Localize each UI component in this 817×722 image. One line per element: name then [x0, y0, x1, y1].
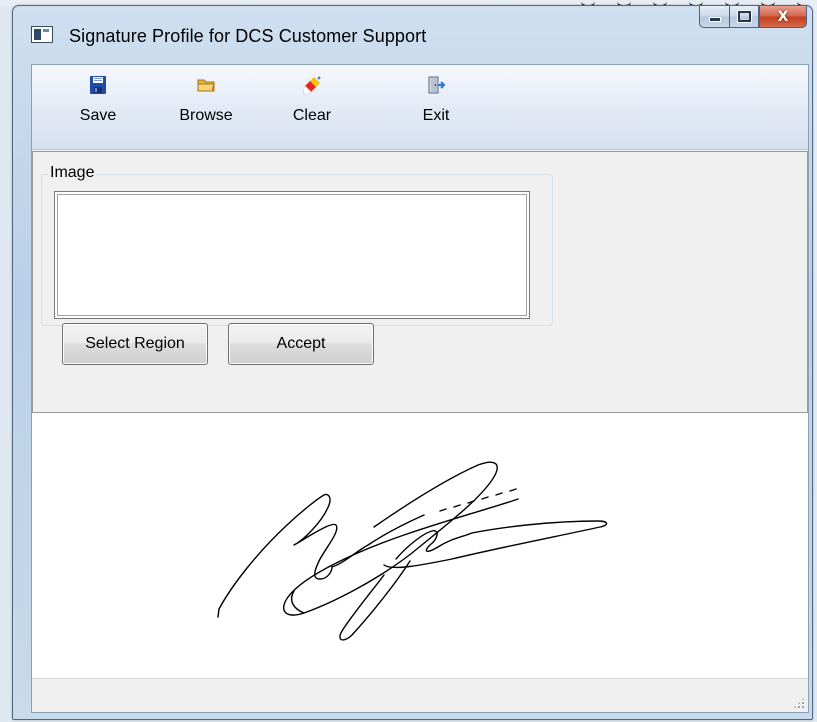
close-icon: X: [777, 8, 789, 25]
accept-button[interactable]: Accept: [228, 323, 374, 365]
image-preview-box[interactable]: [54, 191, 530, 319]
image-panel: Image: [32, 151, 808, 413]
browse-label: Browse: [179, 107, 233, 124]
exit-button[interactable]: Exit: [416, 75, 456, 145]
maximize-button[interactable]: [729, 6, 759, 28]
close-button[interactable]: X: [759, 6, 807, 28]
select-region-button[interactable]: Select Region: [62, 323, 208, 365]
toolbar: Save Browse Clear Exit: [32, 65, 808, 150]
exit-door-icon: [428, 76, 446, 94]
signature-canvas[interactable]: [32, 413, 808, 680]
folder-icon: [197, 79, 215, 92]
maximize-icon: [737, 11, 751, 22]
image-group-label: Image: [48, 164, 97, 182]
client-area: Save Browse Clear Exit Image Select Regi…: [31, 64, 809, 713]
title-bar[interactable]: Signature Profile for DCS Customer Suppo…: [13, 6, 812, 60]
signature-strokes: [217, 461, 608, 641]
exit-label: Exit: [422, 107, 450, 124]
app-window-icon[interactable]: [31, 26, 53, 43]
caption-buttons: X: [699, 6, 807, 30]
signature-drawing: [217, 461, 608, 641]
resize-grip-icon[interactable]: [793, 697, 805, 709]
save-button[interactable]: Save: [78, 75, 118, 145]
minimize-button[interactable]: [699, 6, 729, 28]
minimize-icon: [708, 17, 721, 22]
clear-button[interactable]: Clear: [287, 75, 337, 145]
save-label: Save: [79, 107, 117, 124]
eraser-icon: [302, 76, 321, 95]
clear-label: Clear: [292, 107, 332, 124]
window-title: Signature Profile for DCS Customer Suppo…: [69, 26, 427, 46]
status-bar: [32, 678, 808, 712]
signature-profile-window: Signature Profile for DCS Customer Suppo…: [12, 5, 813, 720]
browse-button[interactable]: Browse: [166, 75, 246, 145]
floppy-disk-icon: [90, 76, 106, 94]
